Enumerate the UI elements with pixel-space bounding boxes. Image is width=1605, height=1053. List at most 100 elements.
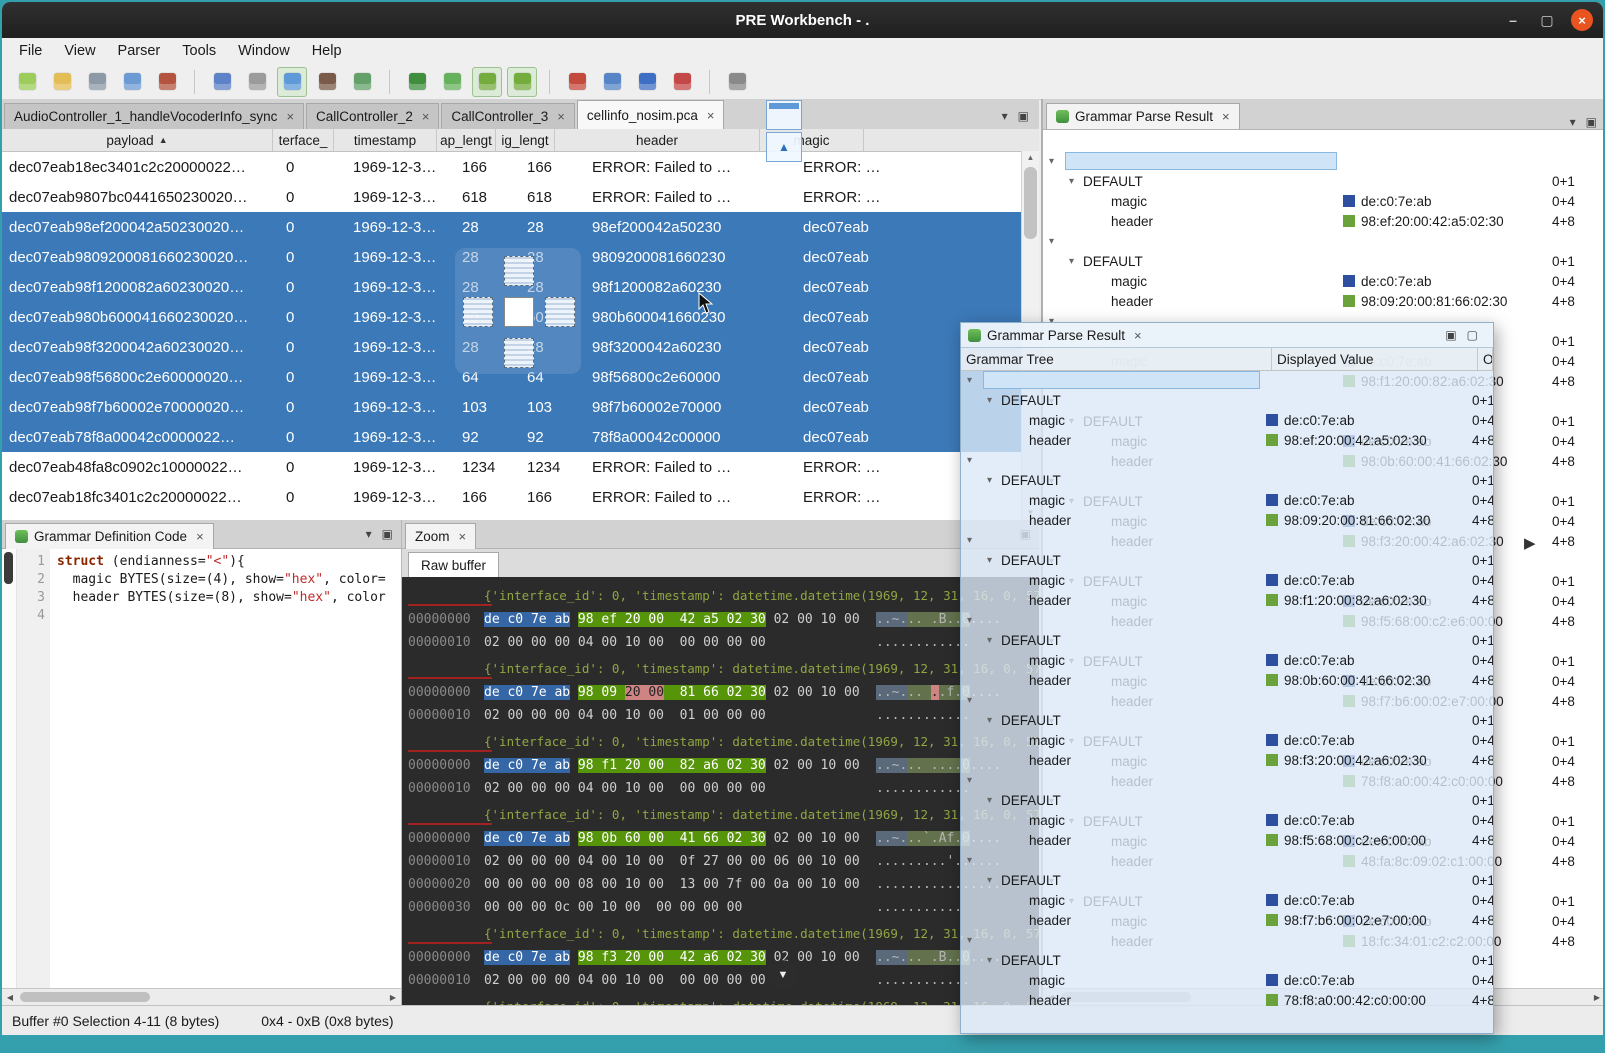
user-profile-button[interactable] xyxy=(312,67,342,97)
tree-row[interactable]: header98:09:20:00:81:66:02:304+8 xyxy=(961,510,1493,530)
hex-line[interactable]: 0000001002 00 00 00 04 00 10 00 0f 27 00… xyxy=(406,850,1039,873)
tree-row[interactable]: magicde:c0:7e:ab0+4 xyxy=(961,810,1493,830)
tree-row[interactable]: header98:ef:20:00:42:a5:02:304+8 xyxy=(1043,211,1603,231)
tree-collapse-icon[interactable]: ▾ xyxy=(967,935,981,946)
tree-collapse-icon[interactable]: ▾ xyxy=(967,695,981,706)
tree-row-root[interactable]: ▾ xyxy=(961,370,1493,390)
tree-row[interactable]: magicde:c0:7e:ab0+4 xyxy=(961,570,1493,590)
tree-collapse-icon[interactable]: ▾ xyxy=(987,955,1001,966)
tree-row[interactable]: magicde:c0:7e:ab0+4 xyxy=(961,650,1493,670)
hex-line[interactable]: 00000000de c0 7e ab 98 09 20 00 81 66 02… xyxy=(406,681,1039,704)
tree-row-struct[interactable]: ▾DEFAULT0+1 xyxy=(961,470,1493,490)
tree-row-struct[interactable]: ▾DEFAULT0+1 xyxy=(961,550,1493,570)
maximize-button[interactable]: ▢ xyxy=(1537,12,1557,29)
dock-center-icon[interactable] xyxy=(504,297,534,327)
tree-row[interactable]: header78:f8:a0:00:42:c0:00:004+8 xyxy=(961,990,1493,1010)
tree-row-root[interactable]: ▾ xyxy=(961,770,1493,790)
column-header-timestamp[interactable]: timestamp xyxy=(334,129,437,151)
tree-row[interactable]: magicde:c0:7e:ab0+4 xyxy=(961,410,1493,430)
tree-row-root[interactable]: ▾ xyxy=(961,850,1493,870)
floating-window-dock-icon[interactable]: ▣ xyxy=(1445,328,1456,342)
tree-row[interactable]: magicde:c0:7e:ab0+4 xyxy=(961,970,1493,990)
minimize-button[interactable]: – xyxy=(1503,12,1523,28)
tree-collapse-icon[interactable]: ▾ xyxy=(1049,236,1063,247)
menu-window[interactable]: Window xyxy=(227,40,301,62)
packet-row[interactable]: dec07eab78f8a00042c0000022…01969-12-3…92… xyxy=(2,422,1039,452)
tree-row[interactable]: magicde:c0:7e:ab0+4 xyxy=(961,730,1493,750)
hex-line[interactable]: 00000000de c0 7e ab 98 ef 20 00 42 a5 02… xyxy=(406,608,1039,631)
menu-help[interactable]: Help xyxy=(301,40,353,62)
tree-collapse-icon[interactable]: ▾ xyxy=(967,375,981,386)
tree-collapse-icon[interactable]: ▾ xyxy=(987,715,1001,726)
tree-row[interactable]: magicde:c0:7e:ab0+4 xyxy=(1043,271,1603,291)
packet-row[interactable]: dec07eab48fa8c0902c10000022…01969-12-3…1… xyxy=(2,452,1039,482)
tree-collapse-icon[interactable]: ▾ xyxy=(967,775,981,786)
tree-row-root[interactable]: ▾ xyxy=(961,450,1493,470)
tree-row[interactable]: header98:f7:b6:00:02:e7:00:004+8 xyxy=(961,910,1493,930)
doc-tab[interactable]: AudioController_1_handleVocoderInfo_sync… xyxy=(4,103,304,129)
close-button[interactable]: × xyxy=(1571,9,1593,31)
packet-row[interactable]: dec07eab18fc3401c2c20000022…01969-12-3…1… xyxy=(2,482,1039,512)
title-bar[interactable]: PRE Workbench - . – ▢ × xyxy=(2,2,1603,38)
packet-row[interactable]: dec07eab98f7b60002e70000020…01969-12-3…1… xyxy=(2,392,1039,422)
scroll-left-icon[interactable]: ◀ xyxy=(2,993,18,1002)
menu-tools[interactable]: Tools xyxy=(171,40,227,62)
scroll-right-icon[interactable]: ▶ xyxy=(1589,993,1603,1002)
hex-view[interactable]: {'interface_id': 0, 'timestamp': datetim… xyxy=(402,577,1039,1005)
tree-row[interactable]: magicde:c0:7e:ab0+4 xyxy=(961,890,1493,910)
column-displayed-value[interactable]: Displayed Value xyxy=(1272,348,1478,370)
parse-panel-float-icon[interactable]: ▣ xyxy=(1586,115,1597,129)
cut-button[interactable] xyxy=(152,67,182,97)
tree-row-root[interactable]: ▾ xyxy=(961,690,1493,710)
tab-close-icon[interactable]: × xyxy=(557,109,565,124)
code-hscrollbar[interactable]: ◀ ▶ xyxy=(2,988,401,1005)
column-header-terface_[interactable]: terface_ xyxy=(273,129,334,151)
split-view-button[interactable] xyxy=(507,67,537,97)
tab-close-icon[interactable]: × xyxy=(707,108,715,123)
hex-view-button[interactable] xyxy=(277,67,307,97)
tree-collapse-icon[interactable]: ▾ xyxy=(967,535,981,546)
menu-parser[interactable]: Parser xyxy=(107,40,172,62)
tab-overflow-icon[interactable]: ▾ xyxy=(1002,109,1008,123)
doc-tab[interactable]: cellinfo_nosim.pca× xyxy=(577,100,725,129)
hex-line[interactable]: 0000003000 00 00 0c 00 10 00 00 00 00 00… xyxy=(406,896,1039,919)
packet-row[interactable]: dec07eab18ec3401c2c20000022…01969-12-3…1… xyxy=(2,152,1039,182)
column-header-ap_lengt[interactable]: ap_lengt xyxy=(437,129,496,151)
grammar-code-close-icon[interactable]: × xyxy=(196,529,204,544)
tree-row-root[interactable]: ▾ xyxy=(961,610,1493,630)
tree-row-root[interactable]: ▾ xyxy=(1043,231,1603,251)
hex-scroll-down-button[interactable]: ▼ xyxy=(768,960,798,990)
tree-row[interactable]: header98:f5:68:00:c2:e6:00:004+8 xyxy=(961,830,1493,850)
tree-row[interactable]: header98:f3:20:00:42:a6:02:304+8 xyxy=(961,750,1493,770)
tree-collapse-icon[interactable]: ▾ xyxy=(987,795,1001,806)
grammar-code-tab[interactable]: Grammar Definition Code × xyxy=(5,523,214,549)
print-button[interactable] xyxy=(242,67,272,97)
tree-collapse-icon[interactable]: ▾ xyxy=(967,455,981,466)
tree-row-struct[interactable]: ▾DEFAULT0+1 xyxy=(1043,171,1603,191)
hscroll-thumb[interactable] xyxy=(20,992,150,1002)
hex-line[interactable]: 00000000de c0 7e ab 98 f3 20 00 42 a6 02… xyxy=(406,946,1039,969)
tree-collapse-icon[interactable]: ▾ xyxy=(987,875,1001,886)
column-grammar-tree[interactable]: Grammar Tree xyxy=(961,348,1272,370)
column-offset[interactable]: Off xyxy=(1478,348,1493,370)
tree-row-struct[interactable]: ▾DEFAULT0+1 xyxy=(961,870,1493,890)
hex-line[interactable]: 0000001002 00 00 00 04 00 10 00 01 00 00… xyxy=(406,704,1039,727)
dock-tab-hint-icon[interactable] xyxy=(766,100,802,130)
tree-row-root[interactable]: ▾ xyxy=(961,530,1493,550)
run-parser-button[interactable] xyxy=(437,67,467,97)
tree-row[interactable]: header98:f1:20:00:82:a6:02:304+8 xyxy=(961,590,1493,610)
parse-tree-button[interactable] xyxy=(402,67,432,97)
tree-row[interactable]: header98:0b:60:00:41:66:02:304+8 xyxy=(961,670,1493,690)
grid-view-button[interactable] xyxy=(472,67,502,97)
screenshot-button[interactable] xyxy=(347,67,377,97)
pin-button[interactable] xyxy=(667,67,697,97)
hex-line[interactable]: 0000002000 00 00 00 08 00 10 00 13 00 7f… xyxy=(406,873,1039,896)
zoom-close-icon[interactable]: × xyxy=(459,529,467,544)
doc-tab[interactable]: CallController_3× xyxy=(441,103,574,129)
web-view-button[interactable] xyxy=(632,67,662,97)
tree-collapse-icon[interactable]: ▾ xyxy=(1069,176,1083,187)
code-editor[interactable]: 1234 struct (endianness="<"){ magic BYTE… xyxy=(2,549,401,989)
search-button[interactable] xyxy=(722,67,752,97)
column-header-header[interactable]: header xyxy=(555,129,760,151)
panel-scroll-right-icon[interactable]: ▶ xyxy=(1524,534,1536,552)
